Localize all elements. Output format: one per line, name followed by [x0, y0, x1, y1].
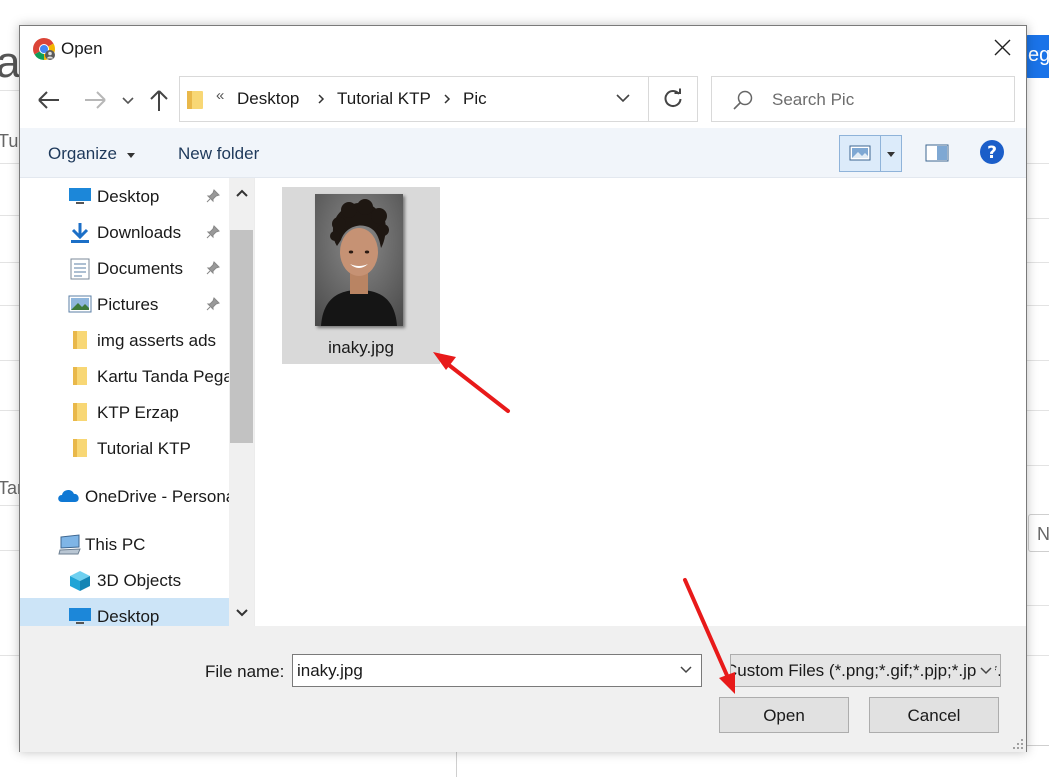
desktop-icon: [69, 188, 91, 204]
nav-item-img-asserts-ads[interactable]: img asserts ads: [20, 322, 230, 358]
file-name-label: File name:: [205, 662, 285, 681]
nav-item-downloads[interactable]: Downloads: [20, 214, 230, 250]
svg-text:?: ?: [987, 143, 997, 163]
background-page-letter: a: [0, 38, 21, 87]
search-icon: [733, 90, 753, 110]
recent-locations-chevron-icon[interactable]: [121, 86, 135, 114]
folder-icon: [73, 367, 87, 385]
nav-item-onedrive[interactable]: OneDrive - Personal: [20, 478, 239, 514]
caret-down-icon[interactable]: [886, 150, 896, 158]
refresh-icon[interactable]: [662, 88, 684, 110]
chevron-down-icon[interactable]: [679, 665, 693, 675]
breadcrumb-desktop[interactable]: Desktop: [237, 89, 299, 109]
chrome-icon: [33, 38, 55, 60]
nav-item-ktp-erzap[interactable]: KTP Erzap: [20, 394, 230, 430]
file-item[interactable]: inaky.jpg: [282, 187, 440, 364]
navigation-pane: Desktop Downloads Documents Pictures img…: [20, 178, 254, 626]
folder-icon: [73, 439, 87, 457]
pin-icon[interactable]: [206, 261, 220, 275]
pin-icon[interactable]: [206, 225, 220, 239]
nav-item-tutorial-ktp[interactable]: Tutorial KTP: [20, 430, 230, 466]
onedrive-icon: [58, 489, 79, 502]
caret-down-icon: [126, 152, 135, 158]
up-arrow-icon[interactable]: [147, 86, 171, 114]
open-button[interactable]: Open: [719, 697, 849, 733]
breadcrumb-overflow[interactable]: «: [216, 87, 224, 104]
chevron-down-icon[interactable]: [979, 666, 993, 676]
scroll-down-icon[interactable]: [235, 608, 249, 618]
search-input[interactable]: Search Pic: [772, 90, 854, 110]
pin-icon[interactable]: [206, 189, 220, 203]
search-box[interactable]: Search Pic: [711, 76, 1015, 122]
command-toolbar: Organize New folder ?: [20, 128, 1026, 178]
chevron-right-icon[interactable]: [316, 90, 326, 108]
file-type-value: Custom Files (*.png;*.gif;*.pjp;*.jpg;*.…: [730, 661, 1000, 680]
close-button[interactable]: [978, 26, 1026, 70]
help-icon[interactable]: ?: [979, 139, 1005, 165]
nav-item-documents[interactable]: Documents: [20, 250, 230, 286]
folder-icon: [73, 403, 87, 421]
dialog-footer: File name: inaky.jpg Custom Files (*.png…: [20, 626, 1026, 752]
folder-icon: [73, 331, 87, 349]
address-bar[interactable]: « Desktop Tutorial KTP Pic: [179, 76, 698, 122]
background-input: [1028, 514, 1049, 552]
nav-item-desktop-selected[interactable]: Desktop: [20, 598, 230, 626]
chevron-right-icon[interactable]: [442, 90, 452, 108]
documents-icon: [70, 258, 90, 280]
background-text-fragment: Tu: [0, 131, 19, 151]
this-pc-icon: [58, 534, 81, 555]
breadcrumb-tutorial-ktp[interactable]: Tutorial KTP: [337, 89, 431, 109]
breadcrumb-pic[interactable]: Pic: [463, 89, 487, 109]
pictures-icon: [68, 295, 92, 313]
scroll-thumb[interactable]: [230, 230, 253, 443]
preview-pane-icon[interactable]: [925, 144, 949, 162]
image-thumbnail: [315, 194, 403, 326]
scroll-up-icon[interactable]: [235, 188, 249, 198]
change-view-button[interactable]: [839, 135, 902, 172]
file-name-value: inaky.jpg: [297, 661, 363, 680]
back-arrow-icon[interactable]: [34, 86, 64, 114]
nav-item-desktop[interactable]: Desktop: [20, 178, 230, 214]
dialog-title: Open: [61, 39, 103, 58]
download-icon: [71, 223, 89, 243]
nav-item-3d-objects[interactable]: 3D Objects: [20, 562, 230, 598]
close-icon: [994, 39, 1011, 56]
file-name-label: inaky.jpg: [328, 338, 394, 357]
navigation-bar: « Desktop Tutorial KTP Pic Search Pic: [20, 72, 1026, 128]
new-folder-button[interactable]: New folder: [178, 144, 259, 164]
organize-menu[interactable]: Organize: [48, 144, 136, 164]
nav-item-pictures[interactable]: Pictures: [20, 286, 230, 322]
file-type-select[interactable]: Custom Files (*.png;*.gif;*.pjp;*.jpg;*.…: [730, 654, 1001, 687]
file-list-view[interactable]: inaky.jpg: [254, 178, 1026, 626]
view-thumbnail-icon: [849, 145, 871, 161]
desktop-icon: [69, 608, 91, 624]
chevron-down-icon[interactable]: [614, 91, 632, 105]
file-name-input[interactable]: inaky.jpg: [292, 654, 702, 687]
background-register-button: eg: [1026, 35, 1049, 78]
nav-scrollbar[interactable]: [229, 178, 254, 626]
cancel-button[interactable]: Cancel: [869, 697, 999, 733]
nav-item-this-pc[interactable]: This PC: [20, 526, 230, 562]
open-file-dialog: Open « Desktop Tutorial KTP Pic Search P…: [19, 25, 1027, 752]
pin-icon[interactable]: [206, 297, 220, 311]
forward-arrow-icon[interactable]: [80, 86, 110, 114]
folder-icon: [187, 91, 203, 109]
resize-grip-icon[interactable]: [1012, 738, 1024, 750]
title-bar[interactable]: Open: [20, 26, 1026, 72]
nav-item-kartu-tanda-pegawai[interactable]: Kartu Tanda Pegawai: [20, 358, 254, 394]
3d-objects-icon: [70, 571, 90, 591]
